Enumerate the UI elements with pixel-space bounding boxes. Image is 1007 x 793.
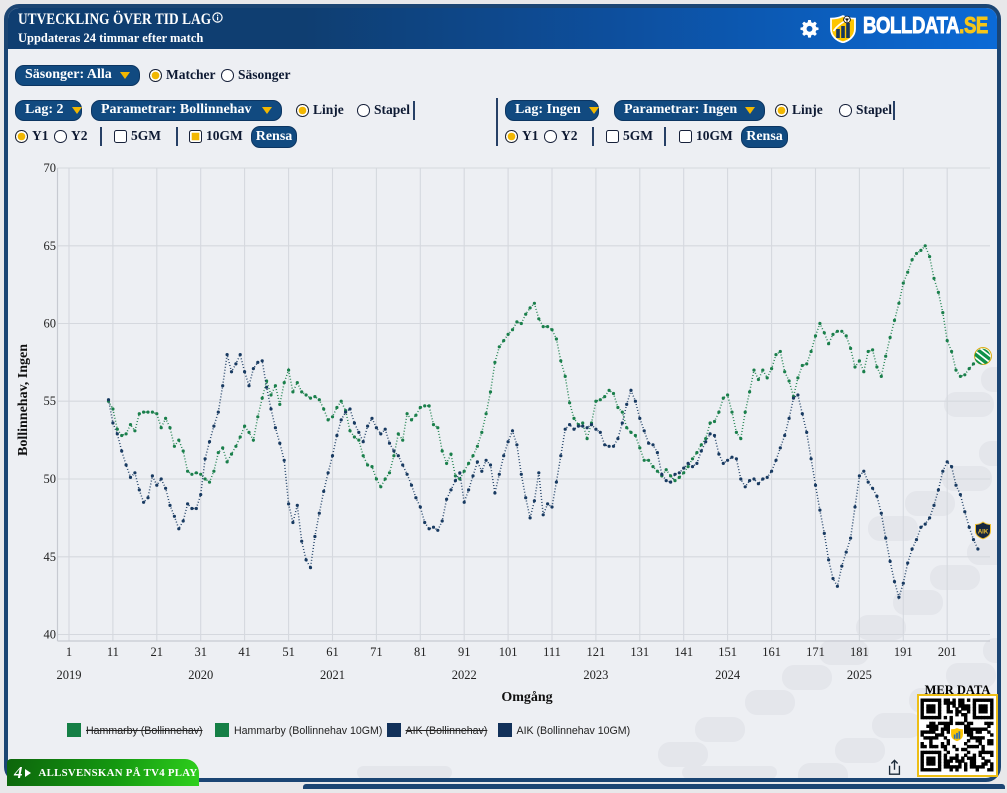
- svg-text:41: 41: [238, 645, 251, 659]
- svg-text:191: 191: [894, 645, 913, 659]
- svg-text:2023: 2023: [583, 668, 608, 682]
- svg-text:141: 141: [674, 645, 693, 659]
- svg-text:121: 121: [587, 645, 606, 659]
- svg-text:11: 11: [107, 645, 119, 659]
- svg-text:50: 50: [44, 472, 57, 486]
- svg-text:Bollinnehav, Ingen: Bollinnehav, Ingen: [16, 344, 31, 456]
- svg-text:40: 40: [44, 628, 57, 642]
- svg-text:31: 31: [194, 645, 207, 659]
- svg-text:45: 45: [44, 550, 57, 564]
- svg-text:60: 60: [44, 317, 57, 331]
- svg-text:2021: 2021: [320, 668, 345, 682]
- svg-text:91: 91: [458, 645, 471, 659]
- svg-text:71: 71: [370, 645, 383, 659]
- svg-text:101: 101: [499, 645, 518, 659]
- svg-text:161: 161: [762, 645, 781, 659]
- svg-text:55: 55: [44, 394, 57, 408]
- svg-text:61: 61: [326, 645, 339, 659]
- svg-text:81: 81: [414, 645, 427, 659]
- svg-text:2025: 2025: [847, 668, 872, 682]
- svg-text:21: 21: [151, 645, 164, 659]
- svg-text:51: 51: [282, 645, 295, 659]
- svg-text:131: 131: [630, 645, 649, 659]
- svg-text:2019: 2019: [57, 668, 82, 682]
- svg-text:201: 201: [938, 645, 957, 659]
- svg-text:1: 1: [66, 645, 72, 659]
- svg-text:Omgång: Omgång: [501, 690, 552, 705]
- svg-text:2020: 2020: [188, 668, 213, 682]
- svg-text:2022: 2022: [452, 668, 477, 682]
- svg-text:151: 151: [718, 645, 737, 659]
- svg-text:70: 70: [44, 161, 57, 175]
- svg-text:171: 171: [806, 645, 825, 659]
- svg-text:65: 65: [44, 239, 57, 253]
- svg-text:AIK: AIK: [978, 530, 989, 536]
- svg-text:2024: 2024: [715, 668, 741, 682]
- svg-text:181: 181: [850, 645, 869, 659]
- svg-text:111: 111: [543, 645, 561, 659]
